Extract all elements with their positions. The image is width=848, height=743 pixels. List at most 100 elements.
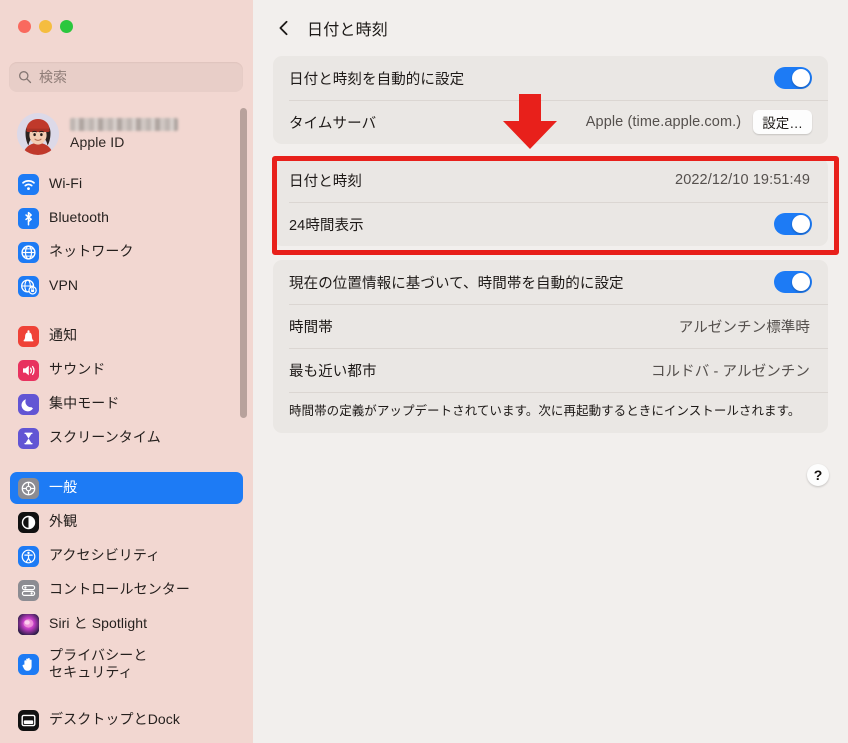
sidebar-item-screentime[interactable]: スクリーンタイム bbox=[10, 422, 243, 454]
sidebar-item-accessibility[interactable]: アクセシビリティ bbox=[10, 540, 243, 572]
sidebar-group-desktop: デスクトップとDock bbox=[0, 704, 253, 736]
vpn-globe-icon bbox=[18, 275, 39, 297]
row-closest-city[interactable]: 最も近い都市 コルドバ - アルゼンチン bbox=[273, 348, 828, 392]
appearance-icon bbox=[18, 511, 39, 533]
timezone-note-text: 時間帯の定義がアップデートされています。次に再起動するときにインストールされます… bbox=[289, 404, 801, 418]
apple-id-name-redacted bbox=[70, 118, 178, 131]
row-auto-set-timezone[interactable]: 現在の位置情報に基づいて、時間帯を自動的に設定 bbox=[273, 260, 828, 304]
maximize-button[interactable] bbox=[60, 20, 73, 33]
apple-id-profile-item[interactable]: Apple ID bbox=[10, 108, 242, 160]
sidebar-item-vpn[interactable]: VPN bbox=[10, 270, 243, 302]
row-time-server[interactable]: タイムサーバ Apple (time.apple.com.) 設定… bbox=[273, 100, 828, 144]
sidebar-item-label: コントロールセンター bbox=[49, 581, 190, 598]
window-controls bbox=[18, 20, 73, 33]
sidebar-item-control-center[interactable]: コントロールセンター bbox=[10, 574, 243, 606]
time-server-value: Apple (time.apple.com.) bbox=[585, 114, 742, 130]
auto-set-timezone-toggle[interactable] bbox=[774, 271, 812, 293]
toggle-knob bbox=[792, 69, 810, 87]
sidebar-item-label: Bluetooth bbox=[49, 209, 110, 226]
row-label: 日付と時刻を自動的に設定 bbox=[289, 71, 465, 88]
auto-set-datetime-toggle[interactable] bbox=[774, 67, 812, 89]
sidebar-item-privacy-security[interactable]: プライバシーと セキュリティ bbox=[10, 642, 243, 686]
sidebar-divider bbox=[0, 304, 253, 320]
sidebar-item-general[interactable]: 一般 bbox=[10, 472, 243, 504]
sidebar-item-label: 一般 bbox=[49, 479, 78, 496]
sidebar-nav: Wi-Fi Bluetooth ネットワーク VPN 通知 サウンド 集中モード… bbox=[0, 168, 253, 738]
sidebar-item-sound[interactable]: サウンド bbox=[10, 354, 243, 386]
wifi-icon bbox=[18, 173, 39, 195]
accessibility-icon bbox=[18, 545, 39, 567]
row-label: 最も近い都市 bbox=[289, 363, 377, 380]
sidebar-item-label: 外観 bbox=[49, 513, 78, 530]
sidebar-item-siri-spotlight[interactable]: Siri と Spotlight bbox=[10, 608, 243, 640]
siri-icon bbox=[18, 613, 39, 635]
sidebar-group-general: 一般 外観 アクセシビリティ コントロールセンター Siri と Spotlig… bbox=[0, 472, 253, 686]
sidebar-item-appearance[interactable]: 外観 bbox=[10, 506, 243, 538]
minimize-button[interactable] bbox=[39, 20, 52, 33]
moon-icon bbox=[18, 393, 39, 415]
content-header: 日付と時刻 bbox=[253, 0, 848, 56]
row-timezone[interactable]: 時間帯 アルゼンチン標準時 bbox=[273, 304, 828, 348]
hand-privacy-icon bbox=[18, 653, 39, 675]
sidebar-item-label: Wi-Fi bbox=[49, 175, 83, 192]
system-settings-window: Apple ID Wi-Fi bbox=[0, 0, 848, 743]
auto-datetime-card: 日付と時刻を自動的に設定 タイムサーバ Apple (time.apple.co… bbox=[273, 56, 828, 144]
row-label: 日付と時刻 bbox=[289, 173, 362, 190]
sidebar-item-focus[interactable]: 集中モード bbox=[10, 388, 243, 420]
datetime-card: 日付と時刻 2022/12/10 19:51:49 24時間表示 bbox=[273, 158, 828, 246]
timezone-note: 時間帯の定義がアップデートされています。次に再起動するときにインストールされます… bbox=[273, 392, 828, 433]
search-field[interactable] bbox=[9, 62, 243, 92]
sidebar-item-bluetooth[interactable]: Bluetooth bbox=[10, 202, 243, 234]
bluetooth-icon bbox=[18, 207, 39, 229]
row-date-and-time[interactable]: 日付と時刻 2022/12/10 19:51:49 bbox=[273, 158, 828, 202]
memoji-avatar bbox=[17, 113, 59, 155]
sidebar-item-label: デスクトップとDock bbox=[49, 711, 180, 728]
page-title: 日付と時刻 bbox=[307, 22, 389, 39]
sidebar-item-label: サウンド bbox=[49, 361, 106, 378]
sidebar-divider bbox=[0, 688, 253, 704]
sidebar-item-label: 通知 bbox=[49, 327, 78, 344]
search-icon bbox=[19, 71, 32, 84]
date-and-time-value: 2022/12/10 19:51:49 bbox=[675, 172, 810, 188]
time-server-settings-button[interactable]: 設定… bbox=[753, 110, 812, 134]
hourglass-icon bbox=[18, 427, 39, 449]
main-content: 日付と時刻 日付と時刻を自動的に設定 タイムサーバ Apple (time.ap… bbox=[253, 0, 848, 743]
sidebar-item-label: 集中モード bbox=[49, 395, 120, 412]
row-label: 時間帯 bbox=[289, 319, 333, 336]
sidebar-group-system: 通知 サウンド 集中モード スクリーンタイム bbox=[0, 320, 253, 454]
sidebar-item-notifications[interactable]: 通知 bbox=[10, 320, 243, 352]
row-24-hour-time[interactable]: 24時間表示 bbox=[273, 202, 828, 246]
help-button[interactable]: ? bbox=[807, 464, 829, 486]
row-label: 24時間表示 bbox=[289, 217, 364, 234]
gear-icon bbox=[18, 477, 39, 499]
sidebar-item-label: プライバシーと セキュリティ bbox=[49, 646, 148, 681]
sidebar-divider bbox=[0, 456, 253, 472]
search-input[interactable] bbox=[39, 69, 234, 85]
close-button[interactable] bbox=[18, 20, 31, 33]
sidebar-item-network[interactable]: ネットワーク bbox=[10, 236, 243, 268]
network-globe-icon bbox=[18, 241, 39, 263]
back-button[interactable] bbox=[273, 17, 295, 39]
sidebar-scrollbar[interactable] bbox=[240, 108, 247, 418]
sidebar: Apple ID Wi-Fi bbox=[0, 0, 253, 743]
desktop-dock-icon bbox=[18, 709, 39, 731]
speaker-icon bbox=[18, 359, 39, 381]
sidebar-item-wifi[interactable]: Wi-Fi bbox=[10, 168, 243, 200]
timezone-value: アルゼンチン標準時 bbox=[678, 319, 810, 336]
timezone-card: 現在の位置情報に基づいて、時間帯を自動的に設定 時間帯 アルゼンチン標準時 最も… bbox=[273, 260, 828, 433]
sidebar-group-network: Wi-Fi Bluetooth ネットワーク VPN bbox=[0, 168, 253, 302]
apple-id-label: Apple ID bbox=[70, 134, 125, 150]
toggle-knob bbox=[792, 273, 810, 291]
closest-city-value: コルドバ - アルゼンチン bbox=[650, 363, 810, 380]
row-label: 現在の位置情報に基づいて、時間帯を自動的に設定 bbox=[289, 275, 624, 292]
twentyfour-hour-toggle[interactable] bbox=[774, 213, 812, 235]
toggle-knob bbox=[792, 215, 810, 233]
sidebar-scrollbar-thumb[interactable] bbox=[240, 108, 247, 418]
sidebar-item-label: ネットワーク bbox=[49, 243, 134, 260]
sidebar-item-desktop-dock[interactable]: デスクトップとDock bbox=[10, 704, 243, 736]
control-center-icon bbox=[18, 579, 39, 601]
row-auto-set-datetime[interactable]: 日付と時刻を自動的に設定 bbox=[273, 56, 828, 100]
sidebar-item-label: VPN bbox=[49, 277, 79, 294]
row-label: タイムサーバ bbox=[289, 115, 377, 132]
sidebar-item-label: スクリーンタイム bbox=[49, 429, 161, 446]
